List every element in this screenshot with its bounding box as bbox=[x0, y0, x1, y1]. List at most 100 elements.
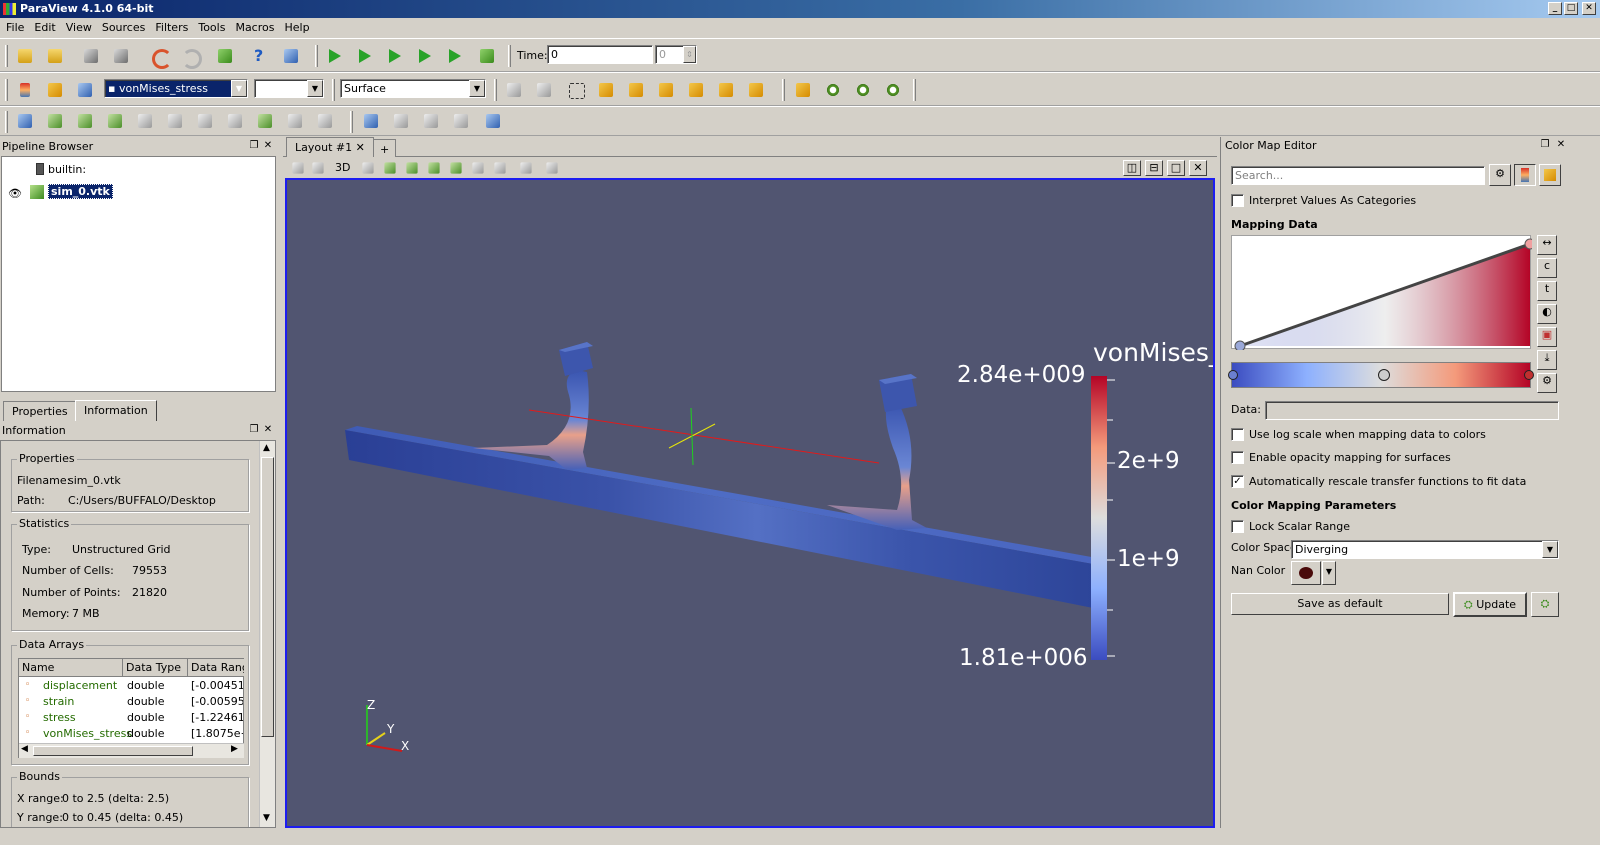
close-tab-icon[interactable]: ✕ bbox=[356, 141, 365, 154]
column-header-type[interactable]: Data Type bbox=[123, 659, 188, 677]
render-view[interactable]: vonMises_ 2.84e+009 2e+9 1e+9 1.81e+006 … bbox=[285, 178, 1215, 828]
toolbar-grip[interactable] bbox=[782, 79, 785, 101]
menu-file[interactable]: File bbox=[0, 18, 29, 38]
column-header-name[interactable]: Name bbox=[19, 659, 123, 677]
orientation-axes-icon[interactable] bbox=[792, 80, 814, 100]
menu-edit[interactable]: Edit bbox=[29, 18, 60, 38]
zoom-data-icon[interactable] bbox=[533, 80, 555, 100]
disconnect-icon[interactable] bbox=[110, 46, 132, 66]
3d-toggle-button[interactable]: 3D bbox=[335, 161, 350, 174]
view-minus-y-icon[interactable] bbox=[685, 80, 707, 100]
scroll-up-icon[interactable]: ▲ bbox=[263, 443, 270, 453]
close-panel-icon[interactable]: ✕ bbox=[262, 424, 274, 436]
select-cells-on-icon[interactable] bbox=[381, 160, 399, 176]
rescale-range-icon[interactable] bbox=[74, 80, 96, 100]
close-window-button[interactable]: ✕ bbox=[1582, 2, 1596, 15]
rotate-90-right-icon[interactable] bbox=[852, 80, 874, 100]
float-panel-icon[interactable]: ❐ bbox=[1539, 139, 1551, 151]
interpret-categories-checkbox[interactable] bbox=[1231, 194, 1244, 207]
toolbar-grip[interactable] bbox=[913, 79, 916, 101]
chevron-down-icon[interactable]: ▼ bbox=[1322, 561, 1336, 585]
data-value-field[interactable] bbox=[1265, 401, 1559, 420]
visibility-eye-icon[interactable]: 👁 bbox=[8, 187, 22, 200]
color-point-handle[interactable] bbox=[1228, 370, 1238, 380]
float-panel-icon[interactable]: ❐ bbox=[248, 140, 260, 152]
array-select[interactable]: ▪ vonMises_stress ▼ bbox=[104, 79, 248, 98]
zoom-box-icon[interactable] bbox=[565, 80, 587, 100]
advanced-gear-icon[interactable]: ⚙ bbox=[1537, 373, 1557, 393]
float-panel-icon[interactable]: ❐ bbox=[248, 424, 260, 436]
previous-frame-icon[interactable] bbox=[355, 46, 377, 66]
time-index-spinbox[interactable]: 0 ⇕ bbox=[655, 45, 697, 64]
chevron-down-icon[interactable]: ▼ bbox=[1542, 541, 1558, 558]
toolbar-grip[interactable] bbox=[350, 111, 353, 133]
interaction-mode-icon[interactable] bbox=[359, 160, 377, 176]
capture-icon[interactable] bbox=[309, 160, 327, 176]
table-row[interactable]: ◦ vonMises_stress double [1.8075e+ bbox=[19, 727, 244, 743]
opacity-transfer-editor[interactable] bbox=[1231, 235, 1532, 350]
log-scale-checkbox[interactable] bbox=[1231, 428, 1244, 441]
view-plus-x-icon[interactable] bbox=[595, 80, 617, 100]
close-view-button[interactable]: ✕ bbox=[1189, 160, 1207, 176]
first-frame-icon[interactable] bbox=[325, 46, 347, 66]
scroll-thumb[interactable] bbox=[33, 746, 193, 756]
vertical-scrollbar[interactable]: ▲ ▼ bbox=[259, 441, 275, 827]
pick-center-icon[interactable] bbox=[280, 46, 302, 66]
plot-data-over-time-icon[interactable] bbox=[450, 111, 472, 131]
plot-over-line-icon[interactable] bbox=[390, 111, 412, 131]
threshold-filter-icon[interactable] bbox=[134, 111, 156, 131]
rescale-custom-button[interactable]: c bbox=[1537, 258, 1557, 278]
loop-icon[interactable] bbox=[476, 46, 498, 66]
toolbar-grip[interactable] bbox=[315, 45, 318, 67]
scroll-left-icon[interactable]: ◀ bbox=[21, 744, 28, 754]
save-as-default-button[interactable]: Save as default bbox=[1231, 593, 1449, 615]
column-header-range[interactable]: Data Rang bbox=[188, 659, 244, 677]
auto-rescale-checkbox[interactable]: ✓ bbox=[1231, 475, 1244, 488]
connect-icon[interactable] bbox=[80, 46, 102, 66]
choose-preset-button[interactable] bbox=[1539, 164, 1561, 186]
selection-display-icon[interactable] bbox=[360, 111, 382, 131]
component-select[interactable]: ▼ bbox=[254, 79, 324, 98]
chevron-down-icon[interactable]: ▼ bbox=[469, 80, 485, 97]
stream-tracer-filter-icon[interactable] bbox=[224, 111, 246, 131]
edit-colormap-icon[interactable] bbox=[44, 80, 66, 100]
gear-icon[interactable]: ⚙ bbox=[1489, 164, 1511, 186]
save-preset-icon[interactable]: ⤓ bbox=[1537, 350, 1557, 370]
toolbar-grip[interactable] bbox=[5, 45, 8, 67]
select-points-on-icon[interactable] bbox=[403, 160, 421, 176]
toolbar-grip[interactable] bbox=[494, 79, 497, 101]
view-plus-z-icon[interactable] bbox=[715, 80, 737, 100]
opacity-mapping-checkbox[interactable] bbox=[1231, 451, 1244, 464]
table-row[interactable]: ◦ stress double [-1.22461e bbox=[19, 711, 244, 727]
glyph-filter-icon[interactable] bbox=[194, 111, 216, 131]
view-minus-x-icon[interactable] bbox=[625, 80, 647, 100]
clip-filter-icon[interactable] bbox=[74, 111, 96, 131]
choose-preset-icon[interactable]: ▣ bbox=[1537, 327, 1557, 347]
invert-button[interactable]: ◐ bbox=[1537, 304, 1557, 324]
camera-link-icon[interactable] bbox=[289, 160, 307, 176]
tab-properties[interactable]: Properties bbox=[3, 401, 77, 421]
scroll-down-icon[interactable]: ▼ bbox=[263, 813, 270, 823]
rescale-temporal-button[interactable]: t bbox=[1537, 281, 1557, 301]
maximize-button[interactable]: □ bbox=[1564, 2, 1578, 15]
color-transfer-editor[interactable] bbox=[1228, 362, 1534, 388]
nan-color-button[interactable] bbox=[1291, 561, 1321, 585]
spreadsheet-icon[interactable] bbox=[543, 160, 561, 176]
color-space-select[interactable]: Diverging ▼ bbox=[1291, 540, 1559, 559]
toolbar-grip[interactable] bbox=[508, 45, 511, 67]
select-cells-through-icon[interactable] bbox=[425, 160, 443, 176]
color-point-handle[interactable] bbox=[1524, 370, 1534, 380]
calculator-filter-icon[interactable] bbox=[14, 111, 36, 131]
table-row[interactable]: ◦ displacement double [-0.004511 bbox=[19, 679, 244, 695]
pipeline-item-sim[interactable]: sim_0.vtk bbox=[48, 184, 113, 199]
color-legend-icon[interactable] bbox=[14, 80, 36, 100]
minimize-button[interactable]: _ bbox=[1548, 2, 1562, 15]
pipeline-item-builtin[interactable]: builtin: bbox=[48, 163, 86, 176]
search-input[interactable]: Search... bbox=[1231, 166, 1485, 185]
scroll-thumb[interactable] bbox=[261, 457, 274, 737]
extract-level-filter-icon[interactable] bbox=[314, 111, 336, 131]
slice-filter-icon[interactable] bbox=[104, 111, 126, 131]
group-datasets-filter-icon[interactable] bbox=[284, 111, 306, 131]
spin-arrows-icon[interactable]: ⇕ bbox=[683, 46, 696, 63]
tab-layout-1[interactable]: Layout #1 ✕ bbox=[286, 137, 374, 157]
